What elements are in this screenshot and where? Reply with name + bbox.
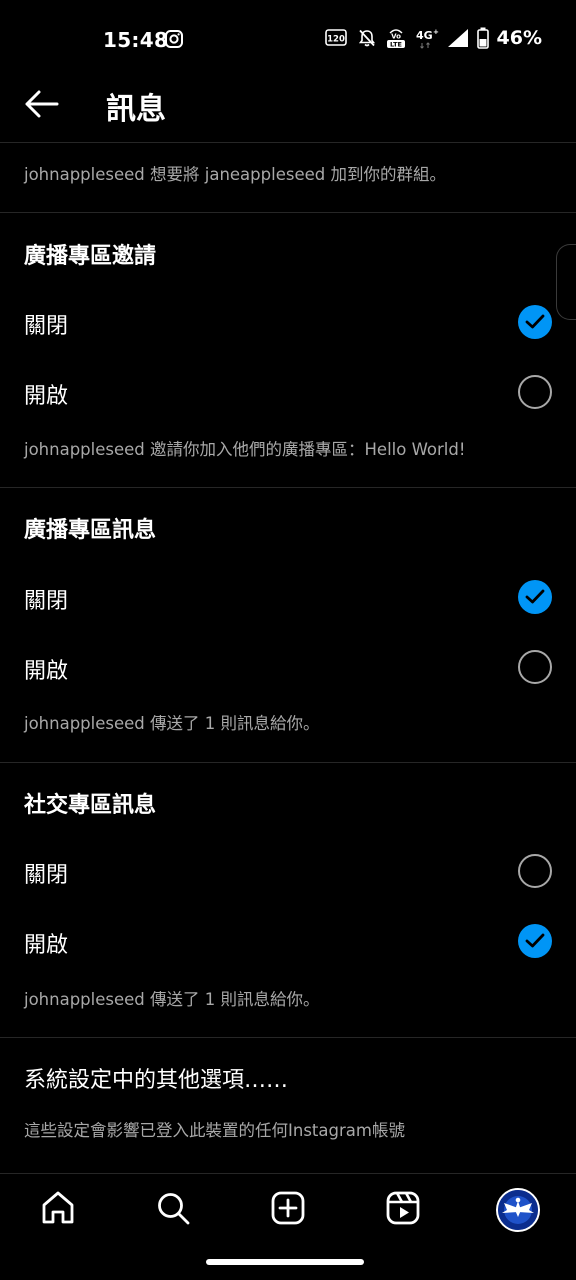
profile-avatar[interactable] <box>496 1188 540 1232</box>
signal-icon <box>447 29 468 47</box>
option-row-off[interactable]: 關閉 <box>0 562 576 632</box>
back-arrow-icon[interactable] <box>24 89 60 119</box>
radio-unselected-icon[interactable] <box>518 375 552 409</box>
page-title: 訊息 <box>106 92 166 127</box>
bottom-navigation <box>0 1173 576 1249</box>
svg-text:LTE: LTE <box>390 41 402 49</box>
svg-text:Vo: Vo <box>391 33 401 41</box>
status-indicators: 120 Vo LTE 4G + 46% <box>324 27 542 49</box>
radio-selected-icon[interactable] <box>518 580 552 614</box>
section-title: 廣播專區邀請 <box>24 244 157 269</box>
battery-percent: 46% <box>496 27 542 49</box>
group-add-caption: johnappleseed 想要將 janeappleseed 加到你的群組。 <box>24 165 446 184</box>
avatar-image <box>498 1190 538 1230</box>
option-label: 關閉 <box>24 314 69 339</box>
header: 訊息 <box>0 80 576 142</box>
option-row-on[interactable]: 開啟 <box>0 632 576 702</box>
section-title: 廣播專區訊息 <box>24 518 157 543</box>
reels-icon[interactable] <box>385 1190 421 1226</box>
home-indicator[interactable] <box>206 1259 364 1265</box>
option-row-on[interactable]: 開啟 <box>0 357 576 427</box>
section-caption: johnappleseed 傳送了 1 則訊息給你。 <box>24 990 320 1009</box>
status-time: 15:48 <box>103 28 169 52</box>
option-row-off[interactable]: 關閉 <box>0 836 576 906</box>
option-label: 關閉 <box>24 589 69 614</box>
option-label: 開啟 <box>24 933 69 958</box>
section-divider <box>0 212 576 213</box>
other-options-caption: 這些設定會影響已登入此裝置的任何Instagram帳號 <box>24 1121 405 1140</box>
other-options-title[interactable]: 系統設定中的其他選項…… <box>24 1062 288 1094</box>
radio-unselected-icon[interactable] <box>518 854 552 888</box>
option-label: 開啟 <box>24 384 69 409</box>
option-row-off[interactable]: 關閉 <box>0 287 576 357</box>
home-icon[interactable] <box>40 1190 76 1226</box>
option-label: 關閉 <box>24 863 69 888</box>
radio-selected-icon[interactable] <box>518 305 552 339</box>
search-icon[interactable] <box>155 1190 191 1226</box>
network-label: 4G <box>416 29 433 42</box>
instagram-notification-icon <box>165 30 183 48</box>
radio-selected-icon[interactable] <box>518 924 552 958</box>
status-bar: 15:48 120 Vo LTE 4G + 46% <box>0 0 576 80</box>
svg-text:+: + <box>433 28 439 36</box>
option-row-on[interactable]: 開啟 <box>0 906 576 976</box>
section-caption: johnappleseed 邀請你加入他們的廣播專區：Hello World! <box>24 440 466 459</box>
header-divider <box>0 142 576 143</box>
section-divider <box>0 1037 576 1038</box>
battery-icon <box>476 27 489 49</box>
create-icon[interactable] <box>270 1190 306 1226</box>
refresh-rate-icon: 120 <box>324 29 347 46</box>
section-caption: johnappleseed 傳送了 1 則訊息給你。 <box>24 714 320 733</box>
network-4g-icon: 4G + <box>416 28 439 49</box>
section-divider <box>0 762 576 763</box>
option-label: 開啟 <box>24 659 69 684</box>
section-title: 社交專區訊息 <box>24 793 157 818</box>
refresh-rate-label: 120 <box>327 35 345 45</box>
volte-icon: Vo LTE <box>386 29 405 49</box>
radio-unselected-icon[interactable] <box>518 650 552 684</box>
muted-bell-icon <box>358 29 375 47</box>
section-divider <box>0 487 576 488</box>
